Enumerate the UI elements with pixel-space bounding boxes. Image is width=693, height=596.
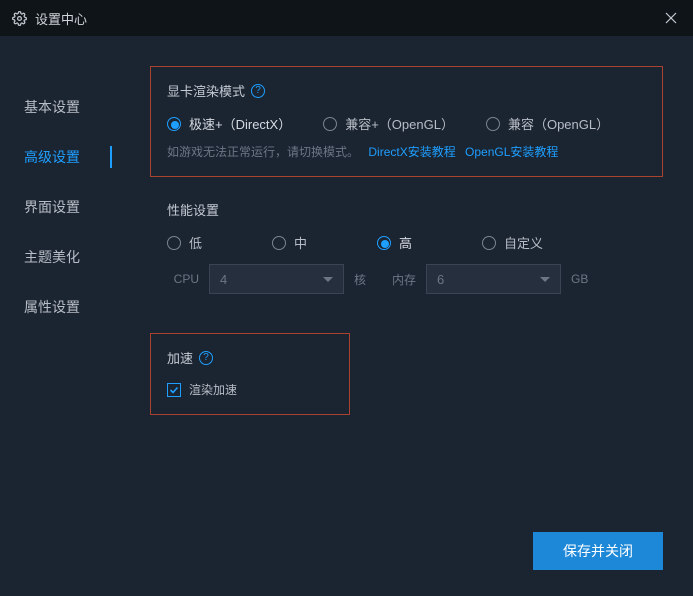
radio-circle-icon xyxy=(486,117,500,131)
group-title: 性能设置 xyxy=(167,200,646,219)
sidebar: 基本设置 高级设置 界面设置 主题美化 属性设置 xyxy=(0,36,120,596)
sidebar-item-basic[interactable]: 基本设置 xyxy=(0,82,120,132)
chevron-down-icon xyxy=(323,277,333,282)
group-title-text: 加速 xyxy=(167,348,193,367)
radio-circle-icon xyxy=(272,236,286,250)
select-value: 6 xyxy=(437,272,444,287)
sidebar-item-interface[interactable]: 界面设置 xyxy=(0,182,120,232)
radio-label: 兼容（OpenGL） xyxy=(508,114,609,133)
radio-circle-icon xyxy=(323,117,337,131)
checkbox-icon xyxy=(167,383,181,397)
sidebar-item-property[interactable]: 属性设置 xyxy=(0,282,120,332)
radio-circle-icon xyxy=(167,117,181,131)
group-title-text: 显卡渲染模式 xyxy=(167,81,245,100)
sidebar-item-theme[interactable]: 主题美化 xyxy=(0,232,120,282)
acceleration-group: 加速 ? 渲染加速 xyxy=(150,333,350,415)
chevron-down-icon xyxy=(540,277,550,282)
radio-directx[interactable]: 极速+（DirectX） xyxy=(167,114,291,133)
radio-circle-icon xyxy=(482,236,496,250)
group-title-text: 性能设置 xyxy=(167,200,219,219)
radio-perf-custom[interactable]: 自定义 xyxy=(482,233,543,252)
sidebar-item-advanced[interactable]: 高级设置 xyxy=(0,132,120,182)
window-title: 设置中心 xyxy=(35,9,87,28)
group-title: 显卡渲染模式 ? xyxy=(167,81,646,100)
mem-unit: GB xyxy=(571,272,591,286)
sidebar-item-label: 界面设置 xyxy=(24,197,80,217)
gear-icon xyxy=(12,11,27,26)
sidebar-item-label: 基本设置 xyxy=(24,97,80,117)
radio-label: 极速+（DirectX） xyxy=(189,114,291,133)
select-value: 4 xyxy=(220,272,227,287)
gpu-render-group: 显卡渲染模式 ? 极速+（DirectX） 兼容+（OpenGL） 兼容（Ope… xyxy=(150,66,663,177)
link-opengl-tutorial[interactable]: OpenGL安装教程 xyxy=(465,145,558,159)
radio-label: 高 xyxy=(399,233,412,252)
group-title: 加速 ? xyxy=(167,348,333,367)
radio-label: 中 xyxy=(294,233,307,252)
link-directx-tutorial[interactable]: DirectX安装教程 xyxy=(368,145,455,159)
radio-perf-high[interactable]: 高 xyxy=(377,233,412,252)
cpu-label: CPU xyxy=(167,272,199,286)
help-icon[interactable]: ? xyxy=(199,351,213,365)
mem-label: 内存 xyxy=(384,271,416,288)
hint-text: 如游戏无法正常运行，请切换模式。 xyxy=(167,145,359,159)
radio-perf-low[interactable]: 低 xyxy=(167,233,202,252)
save-and-close-button[interactable]: 保存并关闭 xyxy=(533,532,663,570)
radio-circle-icon xyxy=(167,236,181,250)
radio-perf-mid[interactable]: 中 xyxy=(272,233,307,252)
mem-select[interactable]: 6 xyxy=(426,264,561,294)
radio-label: 兼容+（OpenGL） xyxy=(345,114,454,133)
gpu-hint: 如游戏无法正常运行，请切换模式。 DirectX安装教程 OpenGL安装教程 xyxy=(167,143,646,160)
radio-label: 低 xyxy=(189,233,202,252)
radio-label: 自定义 xyxy=(504,233,543,252)
content: 显卡渲染模式 ? 极速+（DirectX） 兼容+（OpenGL） 兼容（Ope… xyxy=(120,36,693,596)
sidebar-item-label: 主题美化 xyxy=(24,247,80,267)
footer: 保存并关闭 xyxy=(533,532,663,570)
radio-circle-icon xyxy=(377,236,391,250)
cpu-select[interactable]: 4 xyxy=(209,264,344,294)
sidebar-item-label: 属性设置 xyxy=(24,297,80,317)
performance-group: 性能设置 低 中 高 自定义 xyxy=(150,199,663,311)
cpu-unit: 核 xyxy=(354,271,374,288)
radio-opengl-plus[interactable]: 兼容+（OpenGL） xyxy=(323,114,454,133)
close-button[interactable] xyxy=(661,8,681,28)
titlebar: 设置中心 xyxy=(0,0,693,36)
render-accel-checkbox[interactable]: 渲染加速 xyxy=(167,381,333,398)
checkbox-label: 渲染加速 xyxy=(189,381,237,398)
sidebar-item-label: 高级设置 xyxy=(24,147,80,167)
radio-opengl[interactable]: 兼容（OpenGL） xyxy=(486,114,609,133)
help-icon[interactable]: ? xyxy=(251,84,265,98)
